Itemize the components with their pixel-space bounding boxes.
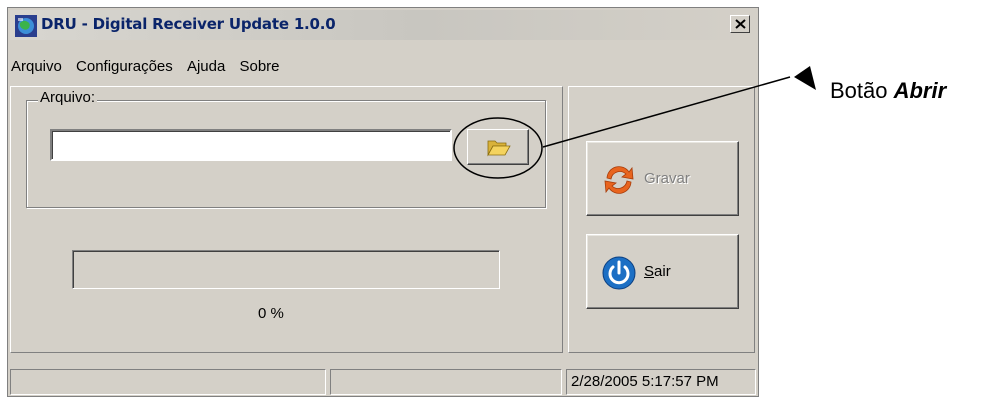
callout-prefix: Botão xyxy=(830,78,894,103)
callout-arrowhead xyxy=(794,66,816,90)
callout-ellipse xyxy=(453,117,543,179)
callout-emphasis: Abrir xyxy=(893,78,947,103)
callout-label: Botão Abrir xyxy=(830,78,946,104)
callout-overlay xyxy=(453,66,816,179)
callout-line xyxy=(542,76,791,148)
